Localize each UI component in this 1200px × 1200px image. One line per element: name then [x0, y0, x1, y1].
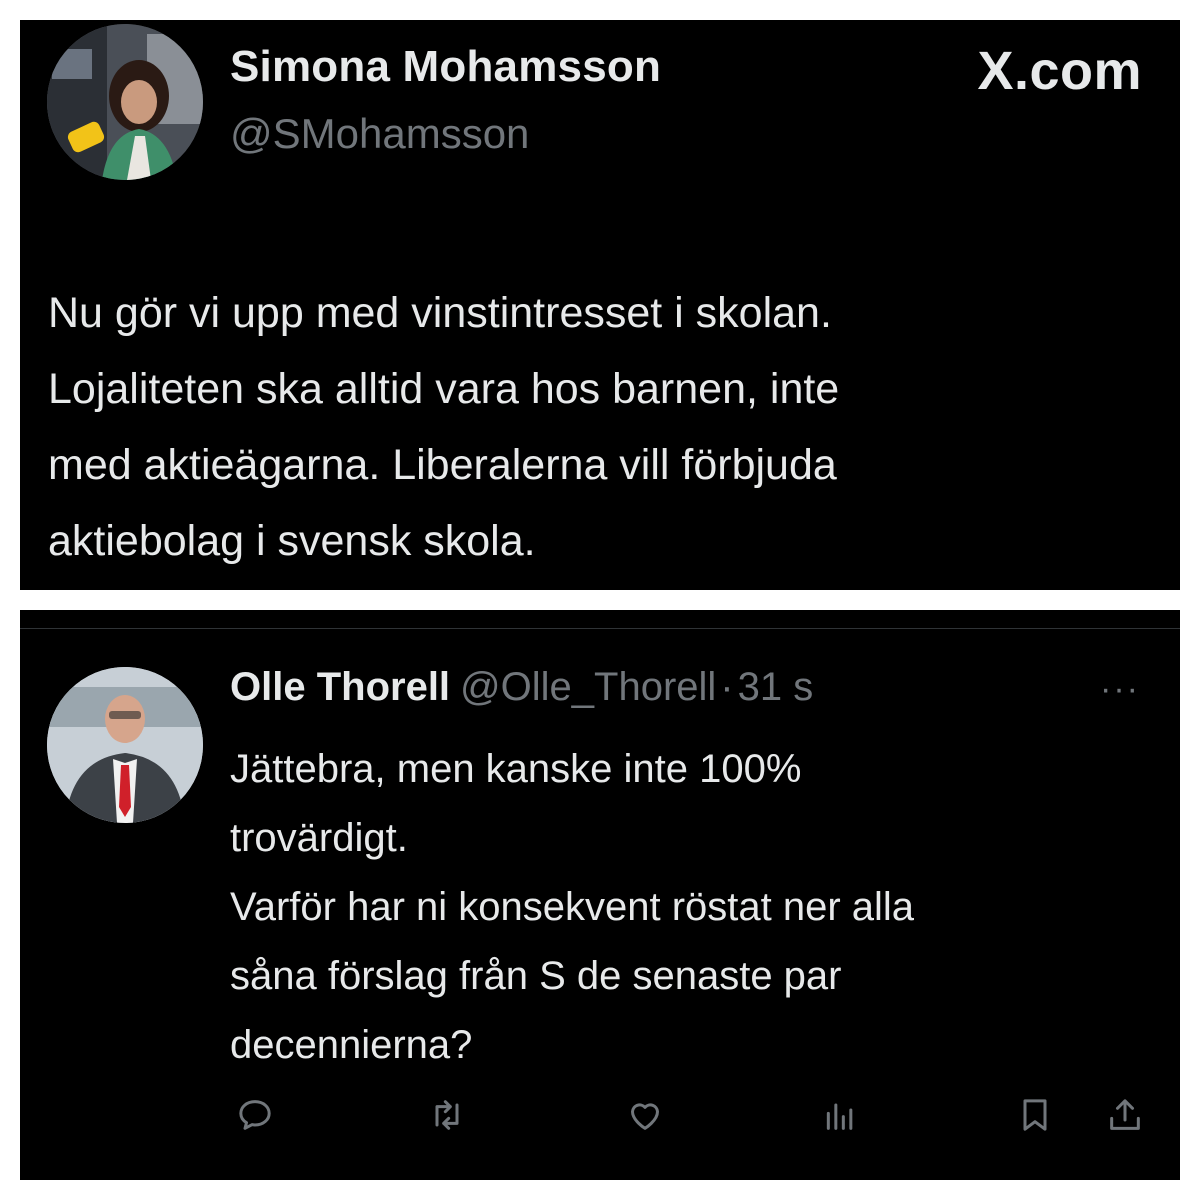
source-logo: X.com [977, 41, 1142, 101]
author-avatar[interactable] [47, 24, 203, 180]
tweet-text: Nu gör vi upp med vinstintresset i skola… [48, 289, 840, 565]
original-tweet-card: Simona Mohamsson @SMohamsson X.com Nu gö… [20, 20, 1180, 590]
views-icon [826, 1103, 853, 1130]
avatar-photo-icon [47, 667, 203, 823]
bookmark-icon [1023, 1099, 1047, 1131]
more-options-icon[interactable]: ··· [1100, 670, 1140, 709]
divider [20, 628, 1180, 629]
reply-text: Jättebra, men kanske inte 100% trovärdig… [230, 747, 915, 1067]
like-icon [631, 1103, 659, 1130]
author-name[interactable]: Simona Mohamsson [230, 42, 661, 92]
views-button[interactable] [815, 1090, 865, 1140]
reply-icon [239, 1100, 271, 1130]
reply-tweet-card: Olle Thorell @Olle_Thorell · 31 s ··· Jätte… [20, 610, 1180, 1180]
share-icon [1110, 1099, 1140, 1130]
separator-dot: · [720, 665, 734, 709]
retweet-button[interactable] [422, 1090, 472, 1140]
reply-header: Olle Thorell @Olle_Thorell · 31 s [230, 665, 813, 710]
like-button[interactable] [620, 1090, 670, 1140]
author-handle[interactable]: @SMohamsson [230, 110, 529, 158]
avatar-photo-icon [47, 24, 203, 180]
bookmark-button[interactable] [1010, 1090, 1060, 1140]
action-bar [20, 1090, 1180, 1140]
reply-timestamp[interactable]: 31 s [738, 665, 814, 709]
share-button[interactable] [1100, 1090, 1150, 1140]
reply-author-avatar[interactable] [47, 667, 203, 823]
reply-button[interactable] [230, 1090, 280, 1140]
reply-author-handle[interactable]: @Olle_Thorell [460, 665, 716, 709]
retweet-icon [435, 1100, 459, 1130]
reply-author-name[interactable]: Olle Thorell [230, 665, 450, 709]
